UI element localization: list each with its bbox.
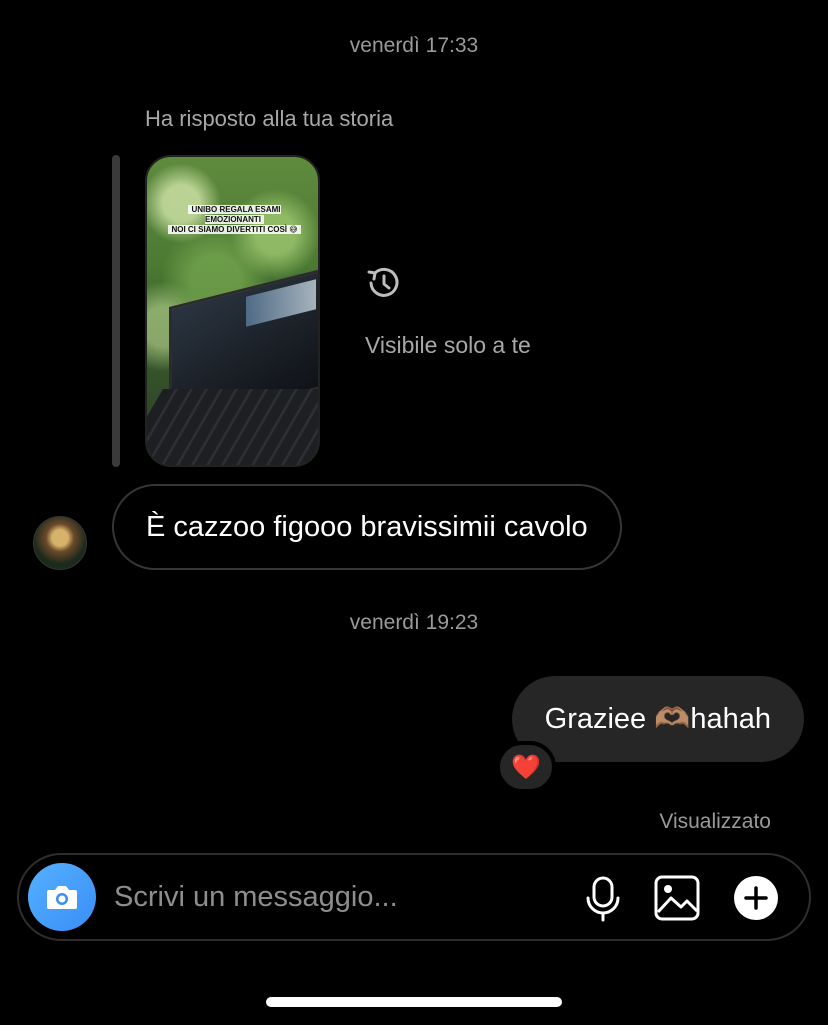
heart-icon: ❤️: [511, 753, 541, 781]
story-caption: UNIBO REGALA ESAMI EMOZIONANTI NOI CI SI…: [167, 205, 302, 235]
home-indicator[interactable]: [266, 997, 562, 1007]
avatar[interactable]: [33, 516, 87, 570]
incoming-message-bubble[interactable]: È cazzoo figooo bravissimii cavolo: [112, 484, 622, 570]
story-caption-line2: NOI CI SIAMO DIVERTITI COSÌ 😅: [168, 225, 301, 234]
story-reply-label: Ha risposto alla tua storia: [145, 106, 394, 131]
message-composer: [17, 853, 811, 941]
timestamp-1: venerdì 17:33: [349, 34, 479, 57]
incoming-message-text: È cazzoo figooo bravissimii cavolo: [146, 510, 588, 543]
story-laptop-keyboard: [147, 389, 318, 465]
gallery-icon[interactable]: [653, 874, 701, 922]
story-thumbnail[interactable]: UNIBO REGALA ESAMI EMOZIONANTI NOI CI SI…: [145, 155, 320, 467]
outgoing-message-bubble[interactable]: Graziee 🫶🏽hahah: [511, 676, 804, 762]
message-input[interactable]: [114, 875, 554, 919]
microphone-icon[interactable]: [581, 875, 625, 923]
visibility-text: Visibile solo a te: [365, 332, 531, 358]
story-caption-line1: UNIBO REGALA ESAMI EMOZIONANTI: [188, 205, 281, 224]
heart-reaction[interactable]: ❤️: [496, 741, 556, 793]
reply-quote-bar: [112, 155, 120, 467]
history-icon: [367, 267, 399, 297]
camera-button[interactable]: [28, 863, 96, 931]
timestamp-2: venerdì 19:23: [349, 611, 479, 634]
seen-status: Visualizzato: [659, 810, 771, 833]
camera-icon: [47, 886, 77, 909]
plus-icon[interactable]: [733, 875, 779, 921]
outgoing-message-text: Graziee 🫶🏽hahah: [544, 703, 771, 735]
chat-screen: venerdì 17:33 Ha risposto alla tua stori…: [0, 0, 828, 1025]
